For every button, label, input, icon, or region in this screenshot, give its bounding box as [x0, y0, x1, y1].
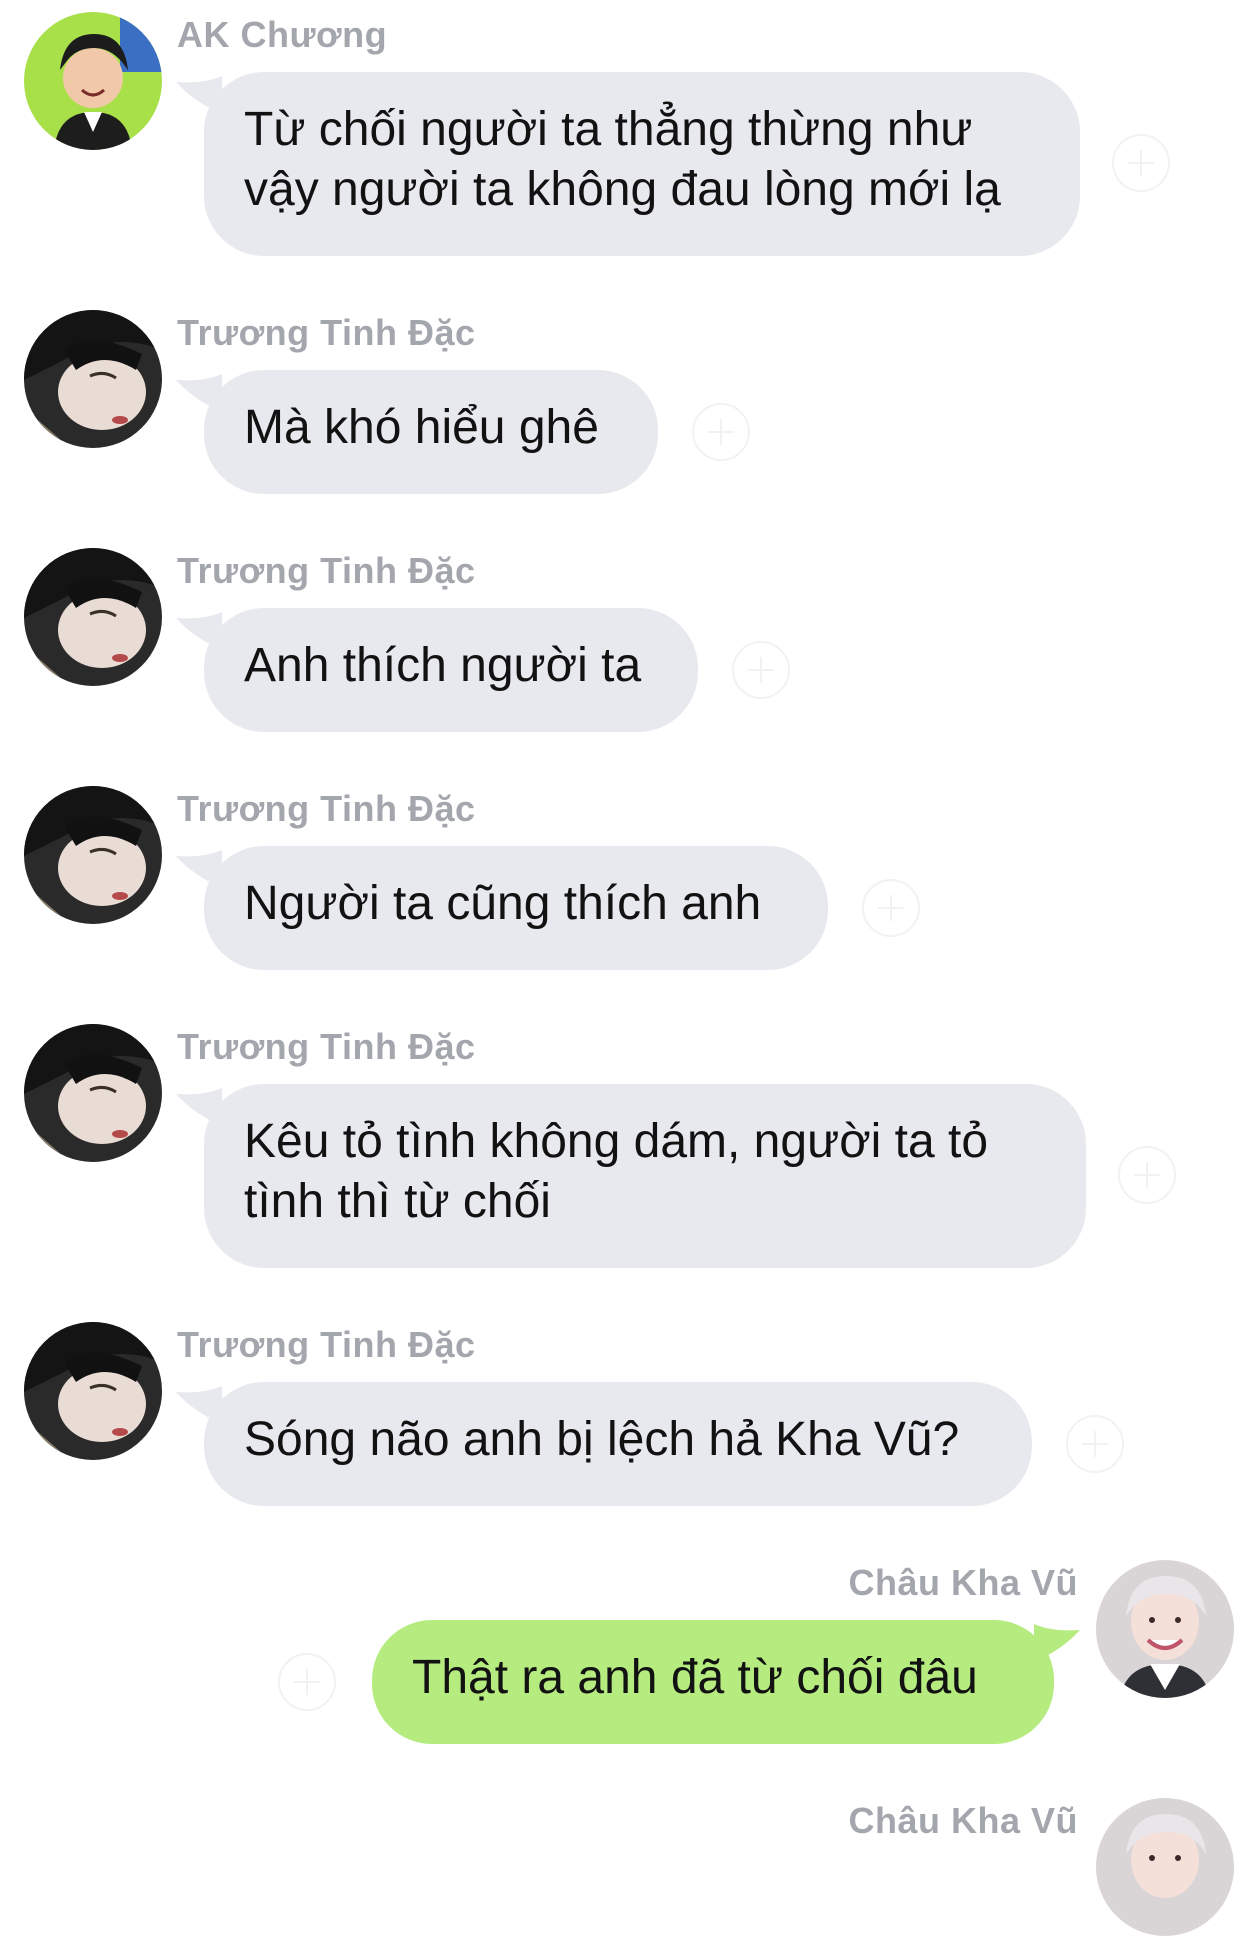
message-text-line: tình thì từ chối — [244, 1175, 551, 1228]
message-bubble[interactable]: Người ta cũng thích anh — [204, 846, 828, 970]
chat-thread[interactable]: AK Chương Từ chối người ta thẳng thừng n… — [0, 0, 1242, 1936]
message-text-line: Mà khó hiểu ghê — [244, 401, 599, 454]
message-text-line: Kêu tỏ tình không dám, người ta tỏ — [244, 1115, 989, 1168]
sender-name: Trương Tinh Đặc — [177, 1324, 476, 1365]
add-reaction-icon[interactable] — [1112, 134, 1170, 192]
message-text-line: Anh thích người ta — [244, 639, 642, 692]
sender-name: AK Chương — [177, 14, 388, 55]
avatar-chau-kha-vu[interactable] — [1096, 1560, 1234, 1698]
sender-name: Trương Tinh Đặc — [177, 550, 476, 591]
add-reaction-icon[interactable] — [278, 1653, 336, 1711]
sender-name: Trương Tinh Đặc — [177, 788, 476, 829]
add-reaction-icon[interactable] — [732, 641, 790, 699]
avatar-truong-tinh-dac[interactable] — [24, 548, 162, 686]
message-text-line: Thật ra anh đã từ chối đâu — [412, 1651, 978, 1704]
message-text-line: Người ta cũng thích anh — [244, 877, 762, 930]
message-bubble[interactable]: Anh thích người ta — [204, 608, 698, 732]
message-bubble[interactable]: Từ chối người ta thẳng thừng như vậy ngư… — [204, 72, 1080, 256]
message-bubble[interactable]: Sóng não anh bị lệch hả Kha Vũ? — [204, 1382, 1032, 1506]
avatar-truong-tinh-dac[interactable] — [24, 310, 162, 448]
add-reaction-icon[interactable] — [862, 879, 920, 937]
avatar-truong-tinh-dac[interactable] — [24, 786, 162, 924]
avatar-truong-tinh-dac[interactable] — [24, 1322, 162, 1460]
sender-name: Châu Kha Vũ — [848, 1800, 1078, 1841]
sender-name: Trương Tinh Đặc — [177, 1026, 476, 1067]
sender-name: Trương Tinh Đặc — [177, 312, 476, 353]
avatar-ak-chuong[interactable] — [24, 12, 162, 150]
avatar-chau-kha-vu[interactable] — [1096, 1798, 1234, 1936]
message-bubble[interactable]: Mà khó hiểu ghê — [204, 370, 658, 494]
avatar-truong-tinh-dac[interactable] — [24, 1024, 162, 1162]
message-bubble[interactable]: Kêu tỏ tình không dám, người ta tỏ tình … — [204, 1084, 1086, 1268]
message-text-line: vậy người ta không đau lòng mới lạ — [244, 163, 1001, 216]
sender-name: Châu Kha Vũ — [848, 1562, 1078, 1603]
message-text-line: Từ chối người ta thẳng thừng như — [244, 103, 973, 156]
add-reaction-icon[interactable] — [1066, 1415, 1124, 1473]
add-reaction-icon[interactable] — [692, 403, 750, 461]
add-reaction-icon[interactable] — [1118, 1146, 1176, 1204]
message-bubble[interactable]: Thật ra anh đã từ chối đâu — [372, 1620, 1054, 1744]
message-text-line: Sóng não anh bị lệch hả Kha Vũ? — [244, 1413, 960, 1466]
